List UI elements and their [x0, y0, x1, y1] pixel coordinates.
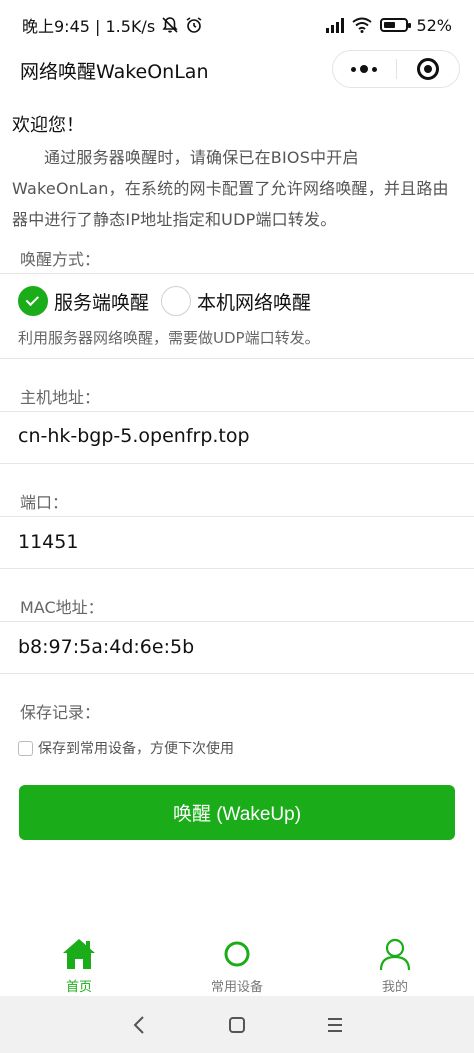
wake-up-button[interactable]: 唤醒 (WakeUp) [19, 785, 455, 840]
mini-program-capsule [332, 50, 460, 88]
port-input[interactable]: 11451 [18, 531, 78, 553]
more-dot-icon [360, 65, 369, 73]
save-checkbox-label: 保存到常用设备，方便下次使用 [38, 741, 234, 757]
menu-system-button[interactable] [315, 1005, 355, 1045]
more-dot-icon [351, 66, 357, 72]
square-icon [229, 1016, 245, 1033]
host-input[interactable]: cn-hk-bgp-5.openfrp.top [18, 425, 250, 447]
back-button[interactable] [119, 1005, 159, 1045]
menu-icon [328, 1017, 342, 1032]
alarm-icon [186, 17, 202, 33]
divider [0, 568, 474, 569]
divider [0, 516, 474, 517]
status-time-speed: 晚上9:45 | 1.5K/s [22, 17, 156, 36]
battery-percent: 52% [416, 15, 452, 35]
tab-label: 常用设备 [210, 980, 263, 995]
circle-icon [219, 936, 255, 972]
status-bar: 晚上9:45 | 1.5K/s 52% [0, 0, 474, 50]
mac-label: MAC地址： [20, 598, 104, 617]
radio-unchecked-icon [161, 286, 192, 316]
divider [0, 273, 474, 274]
welcome-text: 通过服务器唤醒时，请确保已在BIOS中开启WakeOnLan，在系统的网卡配置了… [12, 148, 449, 229]
tab-devices[interactable]: 常用设备 [158, 930, 316, 996]
tab-home[interactable]: 首页 [0, 930, 158, 996]
radio-local-wake[interactable]: 本机网络唤醒 [161, 286, 311, 316]
close-button[interactable] [397, 51, 460, 87]
nav-bar: 网络唤醒WakeOnLan [0, 50, 474, 90]
save-checkbox-row[interactable]: 保存到常用设备，方便下次使用 [18, 738, 234, 758]
wake-mode-radio-group: 服务端唤醒 本机网络唤醒 [18, 286, 323, 316]
wifi-icon [352, 17, 373, 33]
system-nav-bar [0, 996, 474, 1053]
welcome-section: 欢迎您！ 通过服务器唤醒时，请确保已在BIOS中开启WakeOnLan，在系统的… [12, 112, 462, 235]
radio-checked-icon [18, 286, 48, 316]
target-icon [416, 58, 439, 80]
radio-label: 本机网络唤醒 [197, 291, 312, 314]
welcome-heading: 欢迎您！ [12, 115, 84, 136]
divider [0, 411, 474, 412]
divider [0, 673, 474, 674]
battery-icon [380, 18, 412, 32]
tab-mine[interactable]: 我的 [316, 930, 474, 996]
host-label: 主机地址： [20, 388, 101, 407]
radio-label: 服务端唤醒 [54, 291, 150, 314]
wake-mode-label: 唤醒方式： [20, 250, 101, 269]
home-icon [61, 936, 97, 972]
user-icon [377, 936, 413, 972]
wake-mode-hint: 利用服务器网络唤醒，需要做UDP端口转发。 [18, 329, 320, 347]
signal-icon [326, 17, 345, 33]
mac-input[interactable]: b8:97:5a:4d:6e:5b [18, 636, 194, 658]
status-left: 晚上9:45 | 1.5K/s [22, 13, 203, 37]
tab-bar: 首页 常用设备 我的 [0, 930, 474, 996]
more-dot-icon [372, 66, 378, 72]
save-label: 保存记录： [20, 703, 101, 722]
tab-label: 首页 [65, 980, 92, 995]
home-system-button[interactable] [217, 1005, 257, 1045]
divider [0, 358, 474, 359]
back-icon [133, 1015, 144, 1034]
more-button[interactable] [333, 51, 396, 87]
page-title: 网络唤醒WakeOnLan [20, 60, 209, 83]
mute-icon [162, 17, 178, 33]
divider [0, 621, 474, 622]
tab-label: 我的 [381, 980, 408, 995]
port-label: 端口： [20, 493, 69, 512]
save-checkbox[interactable] [18, 740, 33, 756]
radio-server-wake[interactable]: 服务端唤醒 [18, 286, 149, 316]
status-right: 52% [326, 16, 452, 35]
divider [0, 463, 474, 464]
